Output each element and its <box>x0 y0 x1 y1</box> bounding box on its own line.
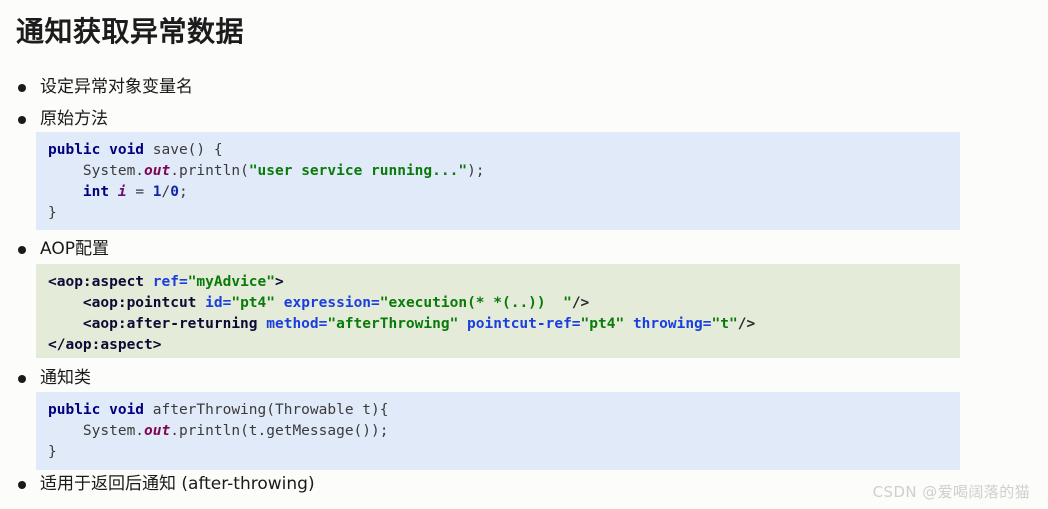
bullet-label: AOP配置 <box>40 239 109 259</box>
slide-canvas: 通知获取异常数据 设定异常对象变量名 原始方法 public void save… <box>0 0 1048 509</box>
code-token: id= <box>205 295 232 311</box>
code-token: /> <box>571 295 590 311</box>
code-token: pointcut-ref= <box>467 316 581 332</box>
code-line: <aop:after-returning method="afterThrowi… <box>48 314 948 335</box>
code-token: throwing= <box>632 316 712 332</box>
code-line: <aop:aspect ref="myAdvice"> <box>48 272 948 293</box>
bullet-label: 设定异常对象变量名 <box>40 77 193 97</box>
code-line: public void afterThrowing(Throwable t){ <box>48 400 948 421</box>
bullet-item-5: 适用于返回后通知 (after-throwing) <box>18 476 315 493</box>
code-token: "afterThrowing" <box>327 316 459 332</box>
code-token: / <box>161 184 171 200</box>
bullet-dot-icon <box>18 480 26 489</box>
code-token: "t" <box>711 316 738 332</box>
code-line: System.out.println(t.getMessage()); <box>48 421 948 442</box>
code-token: = <box>126 184 153 200</box>
code-token: "pt4" <box>580 316 625 332</box>
code-line: <aop:pointcut id="pt4" expression="execu… <box>48 293 948 314</box>
code-token: out <box>144 423 171 439</box>
code-token: } <box>48 205 57 221</box>
code-token: .println( <box>170 163 249 179</box>
bullet-dot-icon <box>18 83 26 92</box>
code-token: } <box>48 444 57 460</box>
code-token: ; <box>179 184 188 200</box>
code-line: } <box>48 442 948 463</box>
bullet-dot-icon <box>18 245 26 254</box>
code-token: <aop:pointcut <box>48 295 197 311</box>
code-token: > <box>275 274 284 290</box>
code-block-java-save: public void save() { System.out.println(… <box>36 132 960 230</box>
bullet-item-1: 设定异常对象变量名 <box>18 79 193 96</box>
bullet-item-3: AOP配置 <box>18 241 109 258</box>
code-token: "execution(* *(..)) " <box>379 295 572 311</box>
code-block-xml-aop-config: <aop:aspect ref="myAdvice"> <aop:pointcu… <box>36 264 960 358</box>
code-token: expression= <box>283 295 380 311</box>
code-line: System.out.println("user service running… <box>48 161 948 182</box>
bullet-label: 通知类 <box>40 368 91 388</box>
code-token: 1 <box>152 184 162 200</box>
code-token: method= <box>266 316 328 332</box>
bullet-item-2: 原始方法 <box>18 111 108 128</box>
code-token: /> <box>737 316 756 332</box>
bullet-label: 原始方法 <box>40 109 108 129</box>
code-token: public void <box>48 142 145 158</box>
bullet-dot-icon <box>18 374 26 383</box>
code-token: </aop:aspect> <box>48 337 162 353</box>
code-block-java-advice: public void afterThrowing(Throwable t){ … <box>36 392 960 470</box>
code-token: public void <box>48 402 145 418</box>
code-token: i <box>117 184 127 200</box>
code-token: System. <box>48 163 145 179</box>
code-token: out <box>144 163 171 179</box>
code-token: .println(t.getMessage()); <box>170 423 389 439</box>
bullet-label: 适用于返回后通知 (after-throwing) <box>40 474 315 494</box>
code-token: <aop:after-returning <box>48 316 258 332</box>
code-token: "myAdvice" <box>187 274 275 290</box>
code-token: "user service running..." <box>248 163 468 179</box>
code-line: public void save() { <box>48 140 948 161</box>
code-token: afterThrowing(Throwable t){ <box>144 402 389 418</box>
code-token: <aop:aspect <box>48 274 145 290</box>
code-line: int i = 1/0; <box>48 182 948 203</box>
code-token: save() { <box>144 142 223 158</box>
watermark: CSDN @爱喝阔落的猫 <box>872 483 1030 501</box>
page-title: 通知获取异常数据 <box>16 15 245 48</box>
code-token: 0 <box>170 184 179 200</box>
code-token: ref= <box>152 274 188 290</box>
code-token: System. <box>48 423 145 439</box>
bullet-item-4: 通知类 <box>18 370 91 387</box>
code-token: int <box>82 184 110 200</box>
bullet-dot-icon <box>18 115 26 124</box>
code-line: </aop:aspect> <box>48 335 948 356</box>
code-token: ); <box>467 163 485 179</box>
code-token: "pt4" <box>231 295 275 311</box>
code-line: } <box>48 203 948 224</box>
